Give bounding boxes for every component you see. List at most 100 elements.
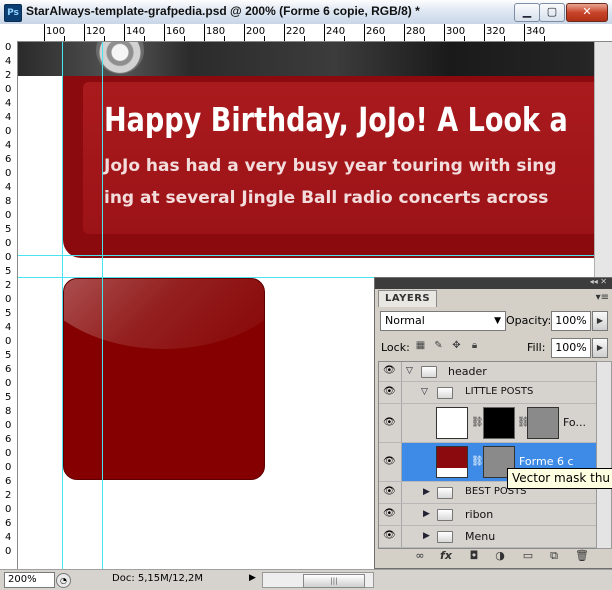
ruler-tick-label: 4 (5, 532, 12, 543)
photoshop-app-icon[interactable]: Ps (4, 4, 22, 22)
ruler-tick-label: 4 (5, 182, 12, 193)
layer-name: Menu (465, 530, 496, 543)
blend-mode-select[interactable]: Normal ▼ (380, 311, 506, 331)
ruler-tick (504, 36, 505, 41)
vertical-ruler[interactable]: 0 4 2 0 4 4 0 4 6 0 4 8 0 5 0 0 5 2 0 5 4 0 5 6 0 5 8 0 6 0 0 6 2 0 6 4 0 (0, 41, 18, 569)
layer-row-menu[interactable]: 👁︎ ▶ Menu (379, 526, 596, 548)
visibility-toggle[interactable]: 👁︎ (379, 362, 402, 381)
status-menu-arrow[interactable]: ▶ (249, 573, 256, 583)
eye-icon: 👁︎ (383, 508, 396, 519)
ruler-tick-label: 0 (5, 126, 12, 137)
layer-row-shape-1[interactable]: 👁︎ ⛓ ⛓ Fo... (379, 404, 596, 443)
ruler-tick-label: 280 (406, 26, 426, 37)
ruler-tick-label: 180 (206, 26, 226, 37)
ruler-tick-label: 6 (5, 364, 12, 375)
panel-menu-icon[interactable]: ▾≡ (596, 292, 609, 303)
ruler-tick-label: 2 (5, 70, 12, 81)
visibility-toggle[interactable]: 👁︎ (379, 504, 402, 525)
banner-body-line-2: ing at several Jingle Ball radio concert… (104, 188, 549, 208)
guide-vertical-1[interactable] (62, 42, 63, 569)
ruler-tick-label: 5 (5, 266, 12, 277)
eye-icon: 👁︎ (383, 486, 396, 497)
new-layer-icon[interactable]: ⧉ (547, 549, 561, 563)
layer-list-scrollbar[interactable] (596, 361, 612, 549)
layer-row-little-posts[interactable]: 👁︎ ▽ LITTLE POSTS (379, 382, 596, 404)
visibility-toggle[interactable]: 👁︎ (379, 382, 402, 403)
ruler-tick (424, 36, 425, 41)
lock-transparency-icon[interactable]: ▦ (415, 340, 426, 351)
lock-pixels-icon[interactable]: ✎ (433, 340, 444, 351)
minimize-button[interactable]: ▁ (514, 3, 540, 22)
status-info-icon[interactable]: ◔ (56, 573, 71, 588)
adjustment-icon[interactable]: ◑ (493, 549, 507, 563)
visibility-toggle[interactable]: 👁︎ (379, 482, 402, 503)
expand-triangle-icon[interactable]: ▽ (421, 387, 428, 397)
ruler-tick (184, 36, 185, 41)
arrow-right-icon: ▶ (596, 343, 604, 352)
layer-row-ribon[interactable]: 👁︎ ▶ ribon (379, 504, 596, 526)
ruler-tick-label: 4 (5, 98, 12, 109)
collapse-panel-icon[interactable]: ◂◂ ✕ (590, 277, 607, 286)
layer-mask-thumbnail[interactable] (483, 407, 515, 439)
collapse-triangle-icon[interactable]: ▶ (423, 531, 430, 541)
mask-icon[interactable]: ◘ (467, 549, 481, 563)
horizontal-ruler[interactable]: 100 120 140 160 180 200 220 240 260 280 300 320 340 (0, 24, 612, 42)
layer-row-header[interactable]: 👁︎ ▽ header (379, 362, 596, 382)
ruler-tick-label: 6 (5, 476, 12, 487)
link-layers-icon[interactable]: ∞ (413, 549, 427, 563)
ruler-tick-label: 220 (286, 26, 306, 37)
guide-horizontal-1[interactable] (18, 255, 594, 256)
lock-all-icon[interactable]: 🔒︎ (469, 340, 480, 351)
close-button[interactable]: ✕ (566, 3, 608, 22)
ruler-tick (224, 36, 225, 41)
tab-layers[interactable]: LAYERS (378, 290, 438, 307)
tooltip: Vector mask thu (507, 468, 612, 489)
vector-mask-thumbnail[interactable] (527, 407, 559, 439)
ruler-tick-label: 0 (5, 210, 12, 221)
lock-label: Lock: (381, 341, 410, 354)
minimize-icon: ▁ (522, 5, 532, 18)
title-bar: Ps StarAlways-template-grafpedia.psd @ 2… (0, 0, 612, 25)
panel-header-strip: ◂◂ ✕ (375, 277, 612, 289)
ruler-tick-label: 6 (5, 518, 12, 529)
trash-icon[interactable]: 🗑︎ (575, 549, 589, 563)
ruler-tick-label: 5 (5, 392, 12, 403)
visibility-toggle[interactable]: 👁︎ (379, 526, 402, 547)
ruler-tick-label: 4 (5, 56, 12, 67)
banner-body-line-1: JoJo has had a very busy year touring wi… (104, 156, 557, 176)
ruler-tick-label: 5 (5, 224, 12, 235)
collapse-triangle-icon[interactable]: ▶ (423, 487, 430, 497)
guide-vertical-2[interactable] (102, 42, 103, 569)
ruler-tick-label: 340 (526, 26, 546, 37)
fill-field[interactable]: 100% (551, 338, 591, 358)
layer-list: 👁︎ ▽ header 👁︎ ▽ LITTLE POSTS 👁︎ ⛓ ⛓ Fo.… (378, 361, 597, 549)
opacity-slider-button[interactable]: ▶ (592, 311, 608, 331)
opacity-field[interactable]: 100% (551, 311, 591, 331)
layers-panel-toolbar: ∞ fx ◘ ◑ ▭ ⧉ 🗑︎ (375, 546, 612, 566)
window-title: StarAlways-template-grafpedia.psd @ 200%… (26, 4, 420, 18)
horizontal-scrollbar[interactable]: ||| (262, 572, 374, 588)
glossy-red-box (63, 278, 265, 480)
group-icon[interactable]: ▭ (521, 549, 535, 563)
ruler-tick (344, 36, 345, 41)
close-icon: ✕ (582, 5, 592, 18)
fill-slider-button[interactable]: ▶ (592, 338, 608, 358)
visibility-toggle[interactable]: 👁︎ (379, 443, 402, 481)
layer-name: Fo... (563, 416, 586, 429)
lock-position-icon[interactable]: ✥ (451, 340, 462, 351)
scroll-thumb[interactable]: ||| (303, 574, 365, 588)
folder-icon (421, 366, 437, 378)
folder-icon (437, 509, 453, 521)
ruler-tick (264, 36, 265, 41)
ruler-tick (544, 36, 545, 41)
expand-triangle-icon[interactable]: ▽ (406, 366, 413, 376)
visibility-toggle[interactable]: 👁︎ (379, 404, 402, 442)
eye-icon: 👁︎ (383, 456, 396, 467)
ruler-tick-label: 0 (5, 462, 12, 473)
opacity-label: Opacity: (506, 314, 552, 327)
eye-icon: 👁︎ (383, 365, 396, 376)
collapse-triangle-icon[interactable]: ▶ (423, 509, 430, 519)
fx-icon[interactable]: fx (439, 549, 453, 563)
maximize-button[interactable]: ▢ (539, 3, 565, 22)
zoom-field[interactable]: 200% (4, 572, 55, 588)
